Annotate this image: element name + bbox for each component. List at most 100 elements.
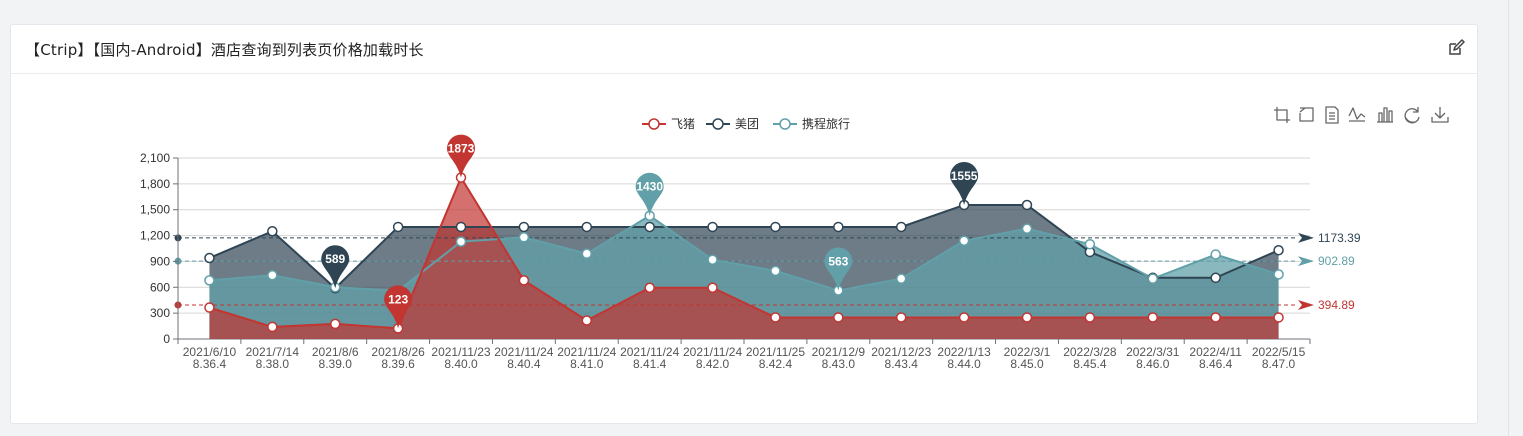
data-point[interactable] — [1273, 312, 1284, 323]
x-tick-label-version: 8.41.4 — [633, 357, 667, 371]
average-label: 394.89 — [1318, 298, 1355, 312]
pin-label: 563 — [828, 254, 848, 268]
data-point[interactable] — [1084, 238, 1096, 250]
zoom-reset-icon[interactable] — [1299, 107, 1314, 122]
x-tick-label-version: 8.45.4 — [1073, 357, 1107, 371]
x-tick-label-version: 8.43.4 — [885, 357, 919, 371]
average-label: 902.89 — [1318, 254, 1355, 268]
data-view-icon[interactable] — [1325, 106, 1339, 124]
legend-symbol — [712, 118, 724, 130]
y-tick-label: 1,200 — [140, 229, 170, 243]
toolbox[interactable] — [1274, 106, 1449, 124]
x-tick-label-version: 8.45.0 — [1010, 357, 1044, 371]
data-point[interactable] — [895, 221, 907, 233]
y-tick-label: 1,800 — [140, 177, 170, 191]
data-point[interactable] — [644, 282, 655, 293]
legend-label: 携程旅行 — [802, 116, 850, 131]
data-point[interactable] — [833, 221, 844, 233]
data-point[interactable] — [1273, 244, 1284, 256]
data-point[interactable] — [1210, 249, 1221, 260]
legend-item[interactable]: 美团 — [706, 117, 759, 131]
data-point[interactable] — [392, 221, 404, 233]
data-point[interactable] — [1273, 269, 1284, 280]
x-tick-label-version: 8.42.4 — [759, 357, 793, 371]
data-point[interactable] — [1021, 199, 1033, 211]
data-point[interactable] — [644, 221, 655, 233]
value-pin: 1873 — [447, 134, 475, 178]
data-point[interactable] — [770, 312, 781, 323]
data-point[interactable] — [455, 221, 467, 233]
legend-symbol — [779, 118, 791, 130]
x-tick-label-version: 8.43.0 — [822, 357, 856, 371]
average-line-arrow — [1298, 299, 1314, 310]
data-point[interactable] — [1147, 312, 1159, 323]
y-tick-label: 2,100 — [140, 151, 170, 165]
legend-item[interactable]: 飞猪 — [642, 117, 695, 131]
x-tick-label-version: 8.44.0 — [947, 357, 981, 371]
y-tick-label: 0 — [163, 332, 170, 346]
data-point[interactable] — [518, 221, 530, 233]
line-chart: 394.89 1173.39 902.89 0 300 600 900 1,200 1,500… — [140, 106, 1449, 371]
data-point[interactable] — [770, 265, 781, 277]
area-fills — [209, 177, 1279, 339]
data-point[interactable] — [895, 273, 907, 284]
data-point[interactable] — [518, 232, 530, 243]
line-chart-icon[interactable] — [1348, 107, 1366, 122]
pin-label: 123 — [388, 292, 408, 306]
data-point[interactable] — [1210, 272, 1221, 284]
value-pin: 1555 — [950, 161, 979, 205]
data-point[interactable] — [1210, 312, 1221, 323]
data-point[interactable] — [1021, 223, 1033, 234]
x-tick-label-version: 8.39.0 — [319, 357, 353, 371]
data-point[interactable] — [833, 312, 844, 323]
data-point[interactable] — [329, 318, 341, 330]
data-point[interactable] — [895, 312, 907, 323]
data-point[interactable] — [1084, 312, 1096, 323]
x-tick-label-version: 8.42.0 — [696, 357, 730, 371]
x-tick-label-version: 8.46.4 — [1199, 357, 1233, 371]
y-tick-label: 300 — [150, 306, 170, 320]
data-point[interactable] — [707, 221, 718, 233]
x-tick-label-version: 8.38.0 — [256, 357, 290, 371]
legend-symbol — [648, 118, 660, 130]
data-point[interactable] — [204, 275, 215, 286]
legend-item[interactable]: 携程旅行 — [773, 116, 850, 131]
legend[interactable]: 飞猪 美团 携程旅行 — [642, 116, 850, 131]
data-point[interactable] — [958, 312, 970, 323]
x-tick-label-version: 8.39.6 — [381, 357, 415, 371]
legend-label: 飞猪 — [671, 117, 695, 131]
data-point[interactable] — [958, 235, 970, 246]
data-point[interactable] — [770, 221, 781, 233]
restore-icon[interactable] — [1404, 107, 1420, 124]
data-point[interactable] — [707, 254, 718, 265]
data-point[interactable] — [455, 236, 467, 247]
pin-label: 1430 — [636, 180, 663, 194]
data-point[interactable] — [267, 269, 278, 281]
zoom-in-icon[interactable] — [1274, 107, 1290, 123]
average-label: 1173.39 — [1318, 231, 1361, 245]
legend-label: 美团 — [735, 117, 759, 131]
data-point[interactable] — [707, 282, 718, 293]
x-tick-label-version: 8.36.4 — [193, 357, 227, 371]
data-point[interactable] — [267, 226, 278, 237]
y-tick-label: 900 — [150, 254, 170, 268]
data-point[interactable] — [204, 252, 215, 264]
bar-chart-icon[interactable] — [1377, 107, 1393, 123]
data-point[interactable] — [1147, 273, 1159, 284]
data-point[interactable] — [518, 275, 530, 286]
y-tick-label: 600 — [150, 280, 170, 294]
download-icon[interactable] — [1431, 107, 1449, 123]
data-point[interactable] — [267, 321, 278, 333]
x-tick-label-version: 8.40.4 — [507, 357, 541, 371]
data-point[interactable] — [581, 315, 593, 326]
y-tick-label: 1,500 — [140, 203, 170, 217]
data-point[interactable] — [204, 302, 215, 313]
data-point[interactable] — [1021, 312, 1033, 323]
x-tick-label-version: 8.41.0 — [570, 357, 604, 371]
pin-label: 1555 — [951, 169, 978, 183]
data-point[interactable] — [581, 248, 593, 259]
x-tick-label-version: 8.40.0 — [444, 357, 478, 371]
data-point[interactable] — [581, 221, 593, 233]
pin-label: 589 — [325, 252, 345, 266]
x-tick-label-version: 8.46.0 — [1136, 357, 1170, 371]
